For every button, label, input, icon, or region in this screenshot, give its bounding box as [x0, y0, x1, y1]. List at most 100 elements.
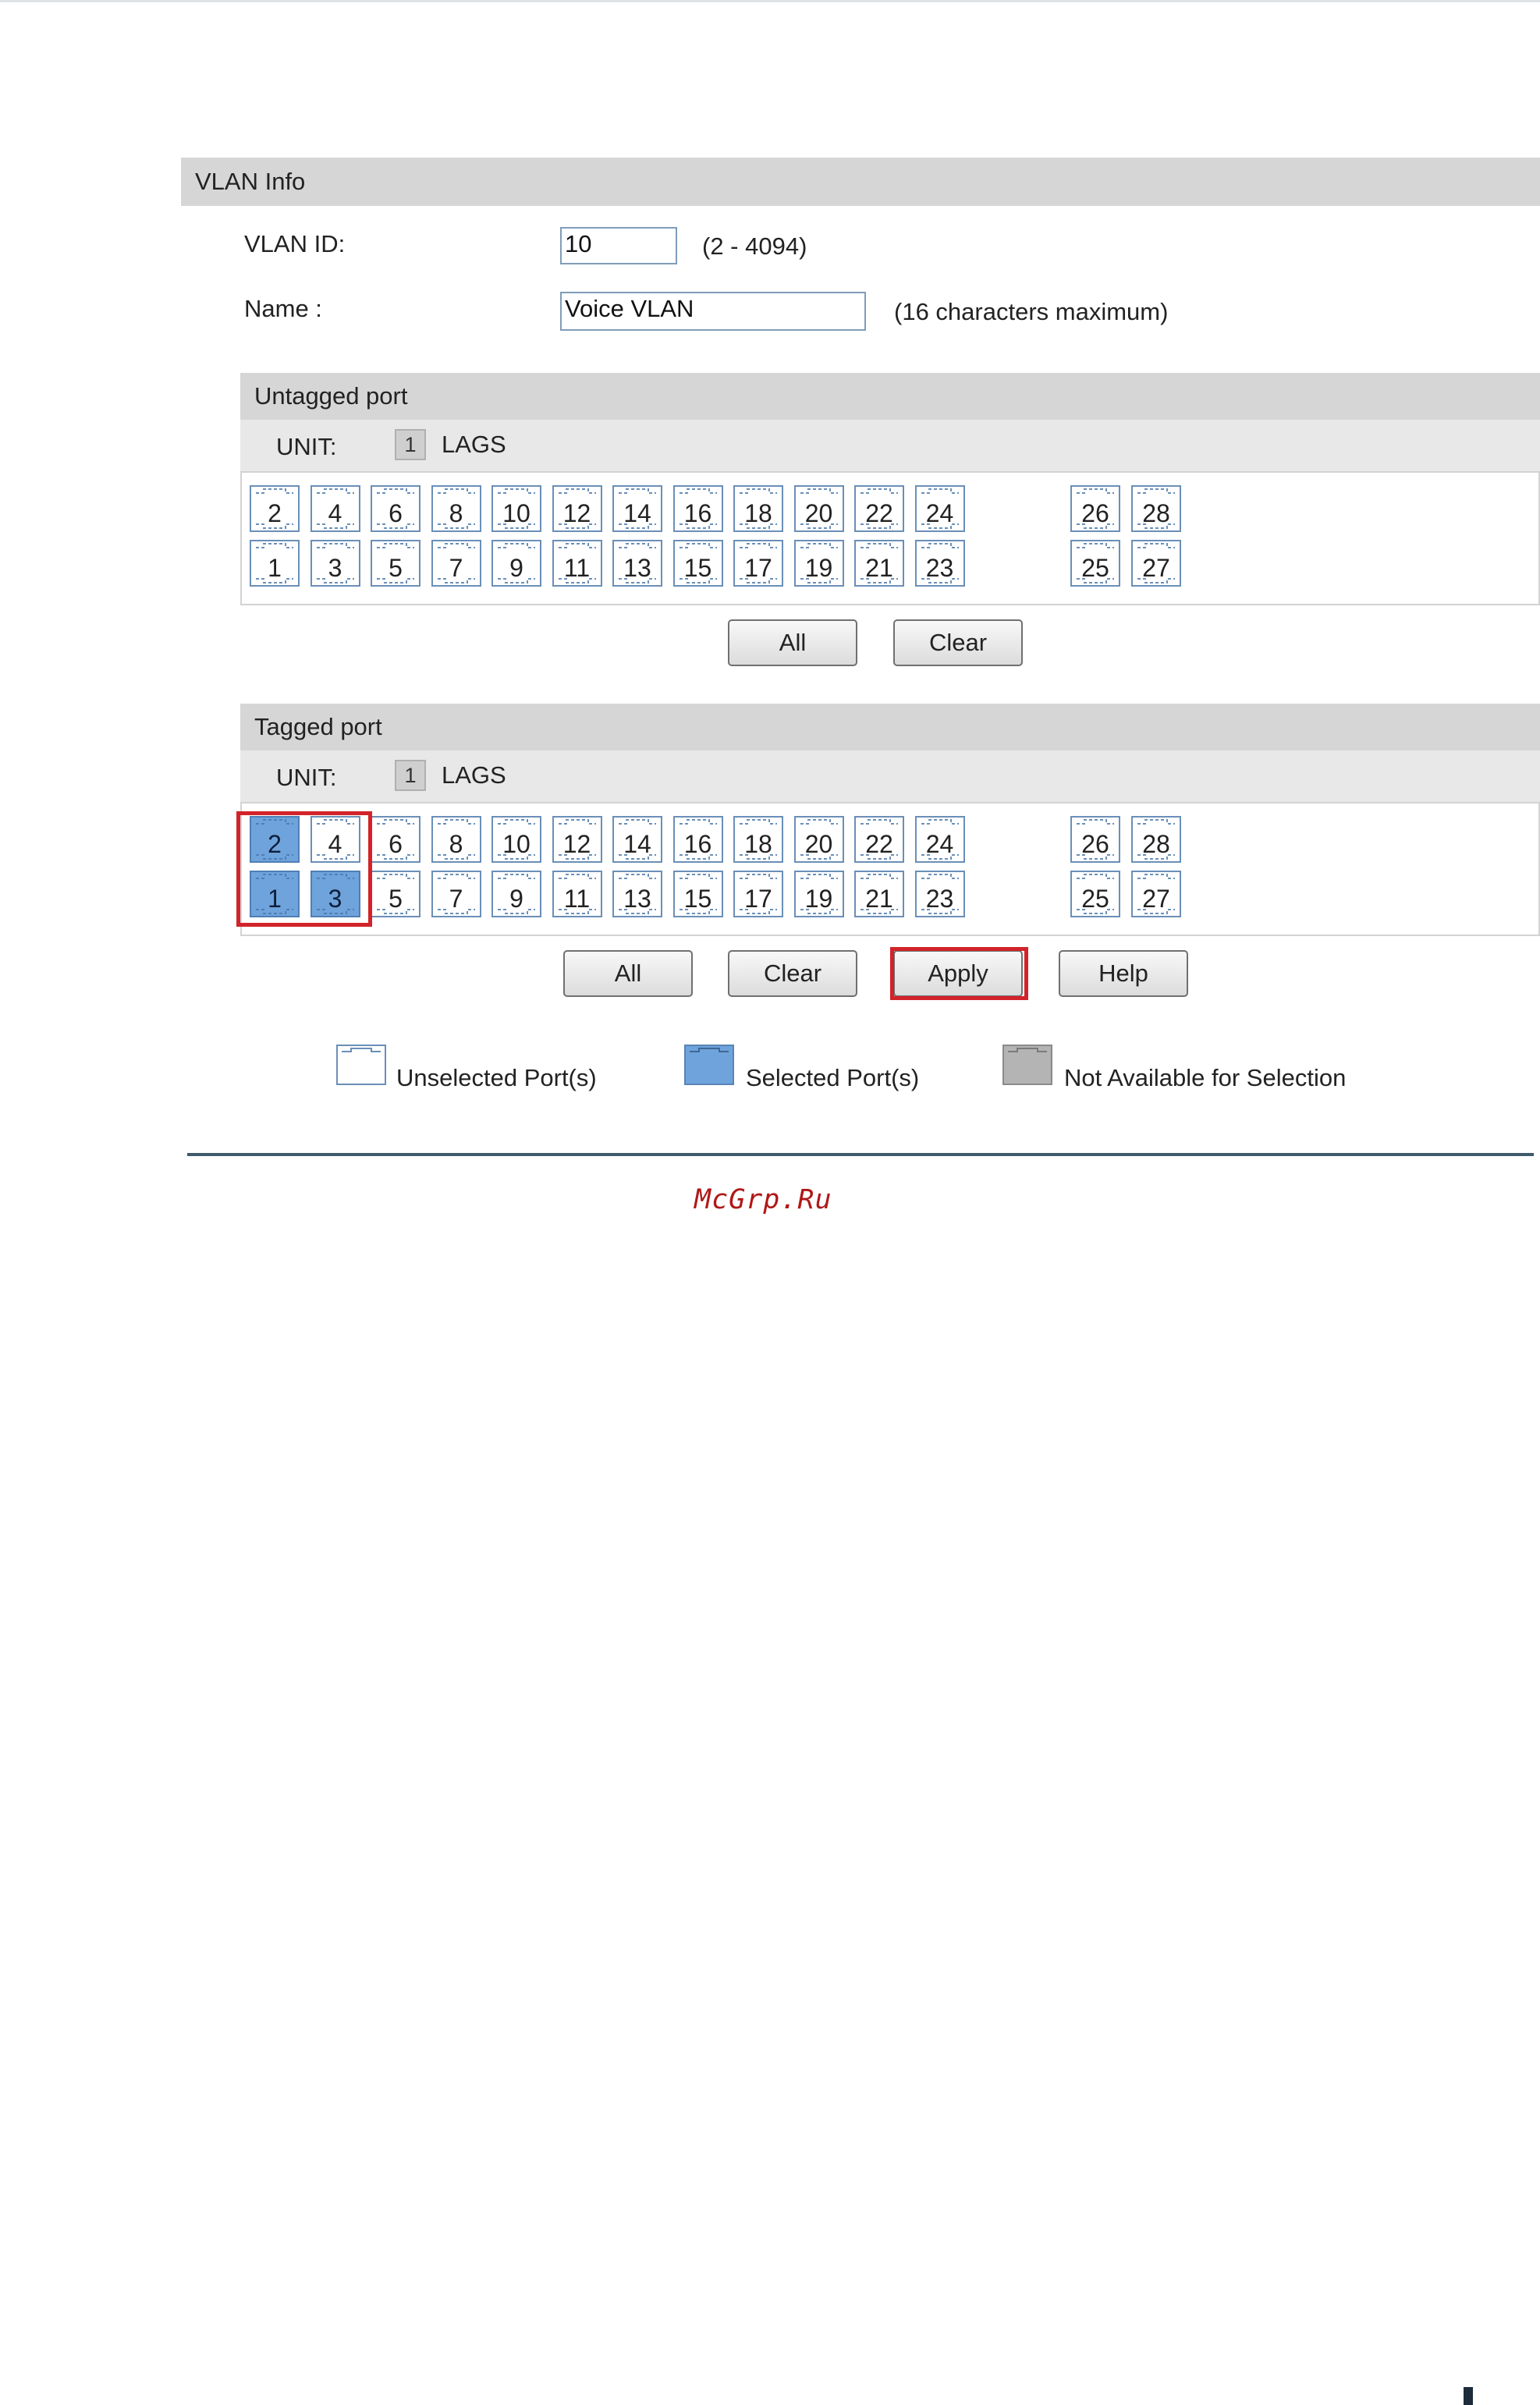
tagged-port-10[interactable]: 10	[491, 816, 541, 863]
untagged-port-panel: 2 4 6 8 10 12 14 16 18 20 22 24 26 28 1 3 5 7 9 11 13 15 17 19 2…	[240, 471, 1540, 605]
untagged-port-12[interactable]: 12	[552, 485, 602, 532]
untagged-all-button[interactable]: All	[728, 619, 857, 666]
port-number: 8	[449, 830, 463, 858]
port-number: 12	[562, 830, 591, 858]
tagged-port-title: Tagged port	[254, 713, 382, 740]
tagged-unit-label: UNIT:	[276, 764, 337, 791]
port-number: 18	[744, 499, 772, 527]
tagged-port-28[interactable]: 28	[1131, 816, 1181, 863]
tagged-port-13[interactable]: 13	[612, 871, 662, 917]
port-number: 28	[1142, 499, 1170, 527]
tagged-port-16[interactable]: 16	[672, 816, 723, 863]
tagged-port-27[interactable]: 27	[1131, 871, 1181, 917]
untagged-port-6[interactable]: 6	[371, 485, 420, 532]
tagged-lags-link[interactable]: LAGS	[442, 761, 506, 789]
page-corner-mark	[1464, 2387, 1473, 2405]
port-number: 6	[389, 499, 403, 527]
watermark: McGrp.Ru	[694, 1184, 832, 1215]
tagged-all-button[interactable]: All	[563, 950, 693, 997]
untagged-port-23[interactable]: 23	[914, 540, 965, 587]
port-number: 26	[1081, 830, 1109, 858]
tagged-port-18[interactable]: 18	[733, 816, 783, 863]
port-number: 24	[925, 830, 954, 858]
untagged-port-8[interactable]: 8	[431, 485, 481, 532]
untagged-port-3[interactable]: 3	[310, 540, 360, 587]
port-number: 1	[268, 554, 282, 582]
selected-ports-highlight	[236, 811, 372, 927]
untagged-port-1[interactable]: 1	[250, 540, 300, 587]
untagged-port-7[interactable]: 7	[431, 540, 481, 587]
tagged-port-17[interactable]: 17	[733, 871, 783, 917]
tagged-port-25[interactable]: 25	[1070, 871, 1120, 917]
untagged-port-18[interactable]: 18	[733, 485, 783, 532]
help-button[interactable]: Help	[1059, 950, 1188, 997]
tagged-port-5[interactable]: 5	[371, 871, 420, 917]
port-number: 13	[623, 554, 651, 582]
vlan-name-input[interactable]: Voice VLAN	[560, 292, 866, 331]
untagged-port-27[interactable]: 27	[1131, 540, 1181, 587]
port-number: 11	[563, 554, 591, 582]
port-number: 2	[268, 499, 282, 527]
untagged-unit-bar: UNIT: 1 LAGS	[240, 420, 1540, 471]
tagged-port-7[interactable]: 7	[431, 871, 481, 917]
port-number: 16	[683, 830, 712, 858]
untagged-port-28[interactable]: 28	[1131, 485, 1181, 532]
port-number: 28	[1142, 830, 1170, 858]
tagged-unit-bar: UNIT: 1 LAGS	[240, 750, 1540, 802]
untagged-port-21[interactable]: 21	[854, 540, 904, 587]
port-number: 27	[1142, 554, 1170, 582]
tagged-port-9[interactable]: 9	[491, 871, 541, 917]
untagged-port-10[interactable]: 10	[491, 485, 541, 532]
untagged-port-24[interactable]: 24	[914, 485, 965, 532]
untagged-port-15[interactable]: 15	[672, 540, 723, 587]
tagged-port-21[interactable]: 21	[854, 871, 904, 917]
port-number: 3	[328, 554, 342, 582]
untagged-port-19[interactable]: 19	[793, 540, 844, 587]
untagged-lags-link[interactable]: LAGS	[442, 431, 506, 459]
port-number: 19	[804, 885, 833, 913]
port-number: 7	[449, 554, 463, 582]
untagged-port-17[interactable]: 17	[733, 540, 783, 587]
tagged-port-6[interactable]: 6	[371, 816, 420, 863]
vlan-id-label: VLAN ID:	[244, 230, 346, 257]
tagged-port-19[interactable]: 19	[793, 871, 844, 917]
untagged-port-16[interactable]: 16	[672, 485, 723, 532]
untagged-port-9[interactable]: 9	[491, 540, 541, 587]
tagged-clear-button[interactable]: Clear	[728, 950, 857, 997]
tagged-port-12[interactable]: 12	[552, 816, 602, 863]
port-number: 26	[1081, 499, 1109, 527]
tagged-port-22[interactable]: 22	[854, 816, 904, 863]
untagged-port-26[interactable]: 26	[1070, 485, 1120, 532]
port-number: 17	[744, 885, 772, 913]
port-number: 25	[1081, 885, 1109, 913]
tagged-port-24[interactable]: 24	[914, 816, 965, 863]
footer-divider	[187, 1153, 1534, 1156]
untagged-unit-number[interactable]: 1	[395, 429, 426, 460]
untagged-clear-button[interactable]: Clear	[893, 619, 1023, 666]
not-available-legend-icon	[1002, 1044, 1053, 1090]
port-number: 14	[623, 499, 651, 527]
untagged-port-14[interactable]: 14	[612, 485, 662, 532]
tagged-port-23[interactable]: 23	[914, 871, 965, 917]
port-number: 22	[865, 499, 893, 527]
tagged-port-14[interactable]: 14	[612, 816, 662, 863]
tagged-port-26[interactable]: 26	[1070, 816, 1120, 863]
untagged-port-22[interactable]: 22	[854, 485, 904, 532]
untagged-port-5[interactable]: 5	[371, 540, 420, 587]
untagged-port-25[interactable]: 25	[1070, 540, 1120, 587]
unselected-legend-label: Unselected Port(s)	[396, 1064, 597, 1091]
vlan-id-input[interactable]: 10	[560, 227, 677, 264]
untagged-port-13[interactable]: 13	[612, 540, 662, 587]
tagged-port-8[interactable]: 8	[431, 816, 481, 863]
untagged-port-2[interactable]: 2	[250, 485, 300, 532]
tagged-port-11[interactable]: 11	[552, 871, 602, 917]
untagged-port-20[interactable]: 20	[793, 485, 844, 532]
tagged-port-20[interactable]: 20	[793, 816, 844, 863]
port-number: 10	[502, 499, 530, 527]
untagged-port-4[interactable]: 4	[310, 485, 360, 532]
port-number: 4	[328, 499, 342, 527]
port-number: 14	[623, 830, 651, 858]
tagged-unit-number[interactable]: 1	[395, 760, 426, 791]
untagged-port-11[interactable]: 11	[552, 540, 602, 587]
tagged-port-15[interactable]: 15	[672, 871, 723, 917]
